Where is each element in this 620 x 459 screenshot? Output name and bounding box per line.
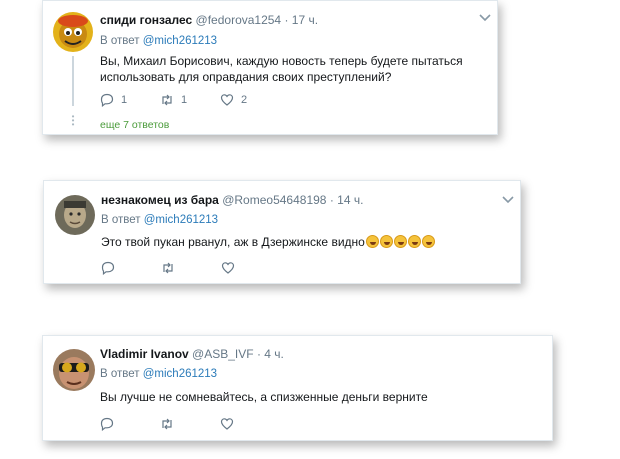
reply-context: В ответ @mich261213 <box>101 213 218 227</box>
reply-button[interactable] <box>101 260 115 276</box>
retweet-icon <box>162 94 172 106</box>
like-icon <box>220 94 234 106</box>
tweet-card[interactable]: • • • спиди гонзалес @fedorova1254 · 17 ч.… <box>42 0 498 135</box>
thread-line <box>72 56 74 106</box>
retweet-button[interactable] <box>161 260 175 276</box>
reply-icon <box>100 93 114 107</box>
laughing-emoji <box>407 235 421 248</box>
like-icon <box>220 418 234 430</box>
laughing-emoji <box>379 235 393 248</box>
tweet-card[interactable]: Vladimir Ivanov @ASB_IVF · 4 ч. В ответ … <box>42 335 553 441</box>
like-button[interactable] <box>220 416 234 432</box>
like-count: 2 <box>241 94 248 106</box>
like-button[interactable] <box>221 260 235 276</box>
thread-dots: • • • <box>71 112 75 129</box>
tweet-header: незнакомец из бара @Romeo54648198 · 14 ч… <box>101 193 363 208</box>
reply-button[interactable] <box>100 416 114 432</box>
avatar[interactable] <box>53 12 93 52</box>
timestamp[interactable]: 17 ч. <box>292 13 318 27</box>
tweet-thread-screenshot: • • • спиди гонзалес @fedorova1254 · 17 ч.… <box>0 0 620 459</box>
avatar[interactable] <box>55 195 95 235</box>
chevron-down-icon[interactable] <box>479 13 491 23</box>
laughing-emoji <box>365 235 379 248</box>
reply-context: В ответ @mich261213 <box>100 34 217 48</box>
tweet-header: спиди гонзалес @fedorova1254 · 17 ч. <box>100 13 318 28</box>
mention-link[interactable]: @mich261213 <box>143 35 217 47</box>
tweet-text-body: Это твой пукан рванул, аж в Дзержинске в… <box>101 235 365 249</box>
chevron-down-icon[interactable] <box>502 195 514 205</box>
reply-count: 1 <box>121 94 128 106</box>
retweet-button[interactable]: 1 <box>160 92 187 108</box>
avatar[interactable] <box>53 349 95 391</box>
laughing-emoji <box>393 235 407 248</box>
display-name[interactable]: спиди гонзалес <box>100 13 192 27</box>
timestamp[interactable]: 4 ч. <box>264 347 284 361</box>
username[interactable]: @Romeo54648198 <box>222 193 326 207</box>
retweet-icon <box>163 262 173 274</box>
username[interactable]: @fedorova1254 <box>196 13 282 27</box>
separator: · <box>329 193 334 207</box>
like-icon <box>221 262 235 274</box>
username[interactable]: @ASB_IVF <box>192 347 254 361</box>
tweet-card[interactable]: незнакомец из бара @Romeo54648198 · 14 ч… <box>43 180 521 284</box>
mention-link[interactable]: @mich261213 <box>143 368 217 380</box>
retweet-count: 1 <box>181 94 188 106</box>
reply-icon <box>100 417 114 431</box>
retweet-button[interactable] <box>160 416 174 432</box>
tweet-text: Вы лучше не сомневайтесь, а спизженные д… <box>100 390 428 404</box>
reply-prefix: В ответ <box>100 368 140 380</box>
mention-link[interactable]: @mich261213 <box>144 214 218 226</box>
tweet-text: Это твой пукан рванул, аж в Дзержинске в… <box>101 234 521 250</box>
display-name[interactable]: незнакомец из бара <box>101 193 219 207</box>
separator: · <box>284 13 289 27</box>
separator: · <box>256 347 261 361</box>
retweet-icon <box>162 418 172 430</box>
display-name[interactable]: Vladimir Ivanov <box>100 347 189 361</box>
show-more-replies-link[interactable]: еще 7 ответов <box>100 119 169 131</box>
reply-icon <box>101 261 115 275</box>
reply-button[interactable]: 1 <box>100 92 127 108</box>
timestamp[interactable]: 14 ч. <box>337 193 363 207</box>
tweet-text: Вы, Михаил Борисович, каждую новость теп… <box>100 54 463 84</box>
laughing-emoji <box>421 235 435 248</box>
reply-prefix: В ответ <box>100 35 140 47</box>
like-button[interactable]: 2 <box>220 92 247 108</box>
reply-context: В ответ @mich261213 <box>100 367 217 381</box>
tweet-header: Vladimir Ivanov @ASB_IVF · 4 ч. <box>100 347 284 362</box>
reply-prefix: В ответ <box>101 214 141 226</box>
